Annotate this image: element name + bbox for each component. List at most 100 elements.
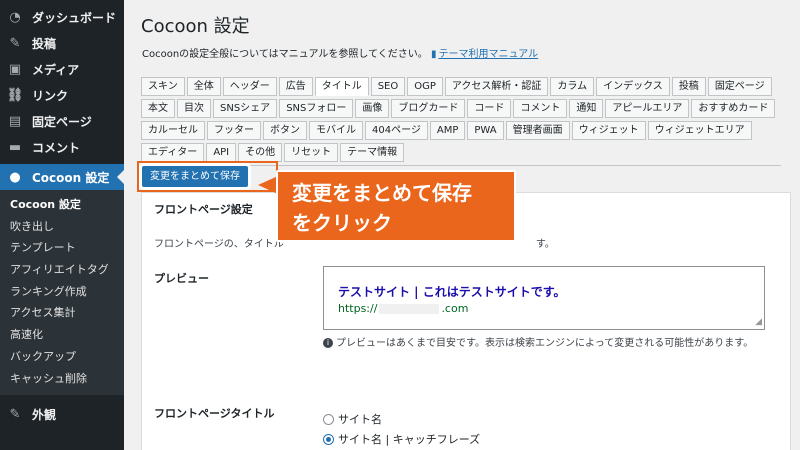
preview-url: https:// .com: [338, 302, 468, 315]
sidebar-item-label: メディア: [32, 62, 80, 77]
tab[interactable]: フッター: [207, 121, 261, 140]
media-icon: ▣: [8, 61, 22, 77]
dashboard-icon: ◔: [9, 9, 21, 25]
tab[interactable]: SNSフォロー: [279, 99, 354, 118]
preview-title: テストサイト | これはテストサイトです。: [338, 285, 566, 299]
info-icon: i: [323, 338, 333, 348]
tab[interactable]: OGP: [407, 77, 443, 96]
submenu-item[interactable]: テンプレート: [0, 237, 124, 259]
tab[interactable]: PWA: [467, 121, 504, 140]
tab[interactable]: テーマ情報: [340, 143, 405, 162]
cocoon-icon: ●: [9, 169, 21, 185]
submenu-item[interactable]: バックアップ: [0, 346, 124, 368]
sidebar-item-label: Cocoon 設定: [32, 170, 110, 185]
preview-url-prefix: https://: [338, 302, 378, 315]
tab[interactable]: リセット: [284, 143, 339, 162]
submenu-item[interactable]: 高速化: [0, 324, 124, 346]
submenu-item[interactable]: 吹き出し: [0, 216, 124, 238]
submenu-item[interactable]: アクセス集計: [0, 302, 124, 324]
tab[interactable]: タイトル: [314, 77, 369, 96]
tab[interactable]: アクセス解析・認証: [444, 77, 549, 96]
sidebar-item-5[interactable]: ▬ コメント: [0, 134, 124, 160]
comment-icon: ▬: [8, 139, 22, 155]
preview-url-suffix: .com: [441, 302, 469, 315]
tab[interactable]: 通知: [569, 99, 604, 118]
sidebar-item-2[interactable]: ▣ メディア: [0, 56, 124, 82]
section-title: フロントページ設定: [154, 203, 253, 216]
link-icon: ⛓: [6, 87, 24, 103]
page-icon: ▤: [8, 113, 22, 129]
sidebar-item-3[interactable]: ⛓ リンク: [0, 82, 124, 108]
tab[interactable]: おすすめカード: [691, 99, 776, 118]
admin-sidebar: ◔ ダッシュボード ✎ 投稿 ▣ メディア ⛓ リンク ▤ 固定ページ ▬ コメント ● Cocoon…: [0, 0, 124, 450]
radio-button[interactable]: [323, 433, 334, 445]
callout-annotation: 変更をまとめて保存 をクリック: [276, 170, 516, 242]
tab[interactable]: SNSシェア: [213, 99, 278, 118]
radio-label: サイト名: [338, 413, 382, 426]
tab[interactable]: ヘッダー: [222, 77, 277, 96]
tab[interactable]: エディター: [141, 143, 205, 162]
preview-box[interactable]: テストサイト | これはテストサイトです。 https:// .com ◢: [323, 266, 765, 330]
radio-label: サイト名 | キャッチフレーズ: [338, 433, 481, 446]
submenu-item[interactable]: キャッシュ削除: [0, 368, 124, 390]
sidebar-item-label: ダッシュボード: [32, 10, 117, 25]
front-page-title-label: フロントページタイトル: [154, 407, 275, 420]
resize-handle-icon[interactable]: ◢: [755, 317, 762, 327]
tab[interactable]: AMP: [429, 121, 466, 140]
submenu-item[interactable]: アフィリエイトタグ: [0, 259, 124, 281]
tab[interactable]: 404ページ: [365, 121, 428, 140]
manual-link[interactable]: テーマ利用マニュアル: [438, 49, 538, 60]
sidebar-item-1[interactable]: ✎ 投稿: [0, 30, 124, 56]
settings-tabs: スキン 全体 ヘッダー 広告 タイトル SEO OGP アクセス解析・認証 カラム インデックス投…: [141, 77, 781, 166]
sidebar-item-label: 外観: [32, 407, 57, 422]
tab[interactable]: その他: [238, 143, 283, 162]
callout-arrow: [258, 176, 278, 194]
book-icon: ▮: [430, 49, 437, 60]
sidebar-item-cocoon-settings[interactable]: ● Cocoon 設定: [0, 164, 124, 190]
sidebar-item-0[interactable]: ◔ ダッシュボード: [0, 4, 124, 30]
preview-note-text: プレビューはあくまで目安です。表示は検索エンジンによって変更される可能性がありま…: [336, 338, 754, 349]
tab[interactable]: ブログカード: [391, 99, 466, 118]
redacted-domain: [379, 304, 440, 314]
tab[interactable]: カルーセル: [141, 121, 205, 140]
tab[interactable]: モバイル: [309, 121, 363, 140]
tab[interactable]: ウィジェットエリア: [647, 121, 752, 140]
radio-site-name[interactable]: サイト名: [323, 411, 382, 427]
tab[interactable]: 本文: [141, 99, 175, 118]
sidebar-item-label: 固定ページ: [32, 114, 92, 129]
tab[interactable]: 管理者画面: [505, 121, 570, 140]
tab[interactable]: 全体: [186, 77, 221, 96]
sidebar-item-label: 投稿: [32, 36, 57, 51]
description-text: Cocoonの設定全般についてはマニュアルを参照してください。: [142, 49, 428, 60]
tab[interactable]: 画像: [355, 99, 390, 118]
tab[interactable]: SEO: [370, 77, 406, 96]
page-description: Cocoonの設定全般についてはマニュアルを参照してください。 ▮ テーマ利用マニ…: [142, 45, 538, 60]
tab[interactable]: 固定ページ: [707, 77, 772, 96]
tab[interactable]: 目次: [177, 99, 211, 118]
submenu-item[interactable]: Cocoon 設定: [0, 194, 124, 216]
submenu-item[interactable]: ランキング作成: [0, 281, 124, 303]
tab[interactable]: スキン: [141, 77, 185, 96]
tab[interactable]: インデックス: [596, 77, 670, 96]
tab[interactable]: API: [206, 143, 237, 162]
callout-line-2: をクリック: [292, 211, 392, 235]
tab[interactable]: ボタン: [263, 121, 307, 140]
appearance-icon: ✎: [9, 406, 21, 422]
page-title: Cocoon 設定: [141, 16, 250, 37]
cocoon-submenu: Cocoon 設定 吹き出し テンプレート アフィリエイトタグ ランキング作成 アクセス集…: [0, 190, 124, 396]
sidebar-item-appearance[interactable]: ✎ 外観: [0, 401, 124, 427]
callout-line-1: 変更をまとめて保存: [292, 181, 472, 205]
tab[interactable]: 広告: [278, 77, 313, 96]
tab[interactable]: コメント: [513, 99, 568, 118]
tab[interactable]: コード: [467, 99, 512, 118]
tab[interactable]: カラム: [550, 77, 595, 96]
radio-site-name-catchphrase[interactable]: サイト名 | キャッチフレーズ: [323, 431, 480, 447]
save-all-button[interactable]: 変更をまとめて保存: [142, 166, 248, 187]
tab[interactable]: アピールエリア: [605, 99, 690, 118]
pushpin-icon: ✎: [9, 35, 21, 51]
preview-note: i プレビューはあくまで目安です。表示は検索エンジンによって変更される可能性があり…: [323, 335, 773, 353]
sidebar-item-4[interactable]: ▤ 固定ページ: [0, 108, 124, 134]
tab[interactable]: 投稿: [671, 77, 706, 96]
tab[interactable]: ウィジェット: [571, 121, 646, 140]
radio-button[interactable]: [323, 413, 334, 425]
